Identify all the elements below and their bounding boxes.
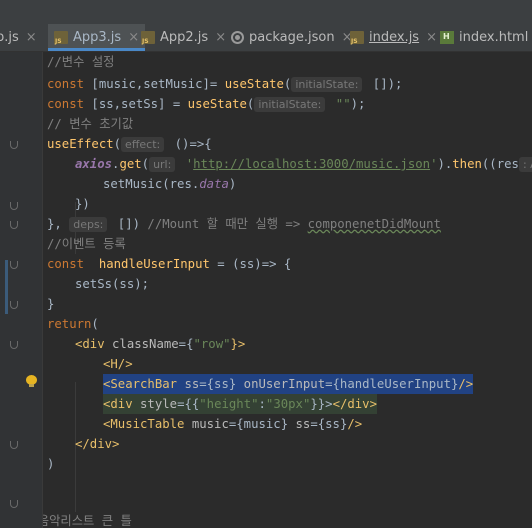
- parameter-hint: url:: [149, 157, 176, 172]
- fold-toggle-icon[interactable]: [10, 141, 18, 149]
- lightbulb-icon[interactable]: [26, 375, 37, 388]
- code-line: <H/>: [103, 357, 133, 371]
- fold-toggle-icon[interactable]: [10, 202, 18, 210]
- code-line: ): [47, 457, 55, 471]
- parameter-hint: initialState:: [254, 97, 326, 112]
- javascript-file-icon: [54, 31, 68, 45]
- code-line: }): [75, 197, 90, 211]
- code-line: </div>: [75, 437, 120, 451]
- code-line: }: [47, 297, 55, 311]
- editor-tab-bar: p.js × App3.js × App2.js × package.json …: [0, 0, 532, 52]
- parameter-hint: initialState:: [291, 77, 363, 92]
- close-icon[interactable]: ×: [215, 30, 226, 45]
- fold-toggle-icon[interactable]: [10, 261, 18, 269]
- tab-label: index.html: [459, 30, 529, 45]
- tab-index-js[interactable]: index.js ×: [350, 24, 437, 51]
- code-line: return(: [47, 317, 99, 331]
- close-icon[interactable]: ×: [26, 30, 37, 45]
- tab-package-json[interactable]: package.json ×: [231, 24, 353, 51]
- url-link: http://localhost:3000/music.json: [193, 157, 431, 171]
- code-line: <div className={"row"}>: [75, 337, 246, 351]
- code-line: setSs(ss);: [75, 277, 150, 291]
- code-line: //변수 설정: [47, 55, 115, 69]
- code-line: const handleUserInput = (ss)=> {: [47, 257, 292, 271]
- parameter-hint: effect:: [121, 137, 165, 152]
- code-line: const [music,setMusic]= useState(initial…: [47, 77, 403, 92]
- fold-toggle-icon[interactable]: [10, 221, 18, 229]
- tab-label: package.json: [249, 30, 335, 45]
- tab-app3-js[interactable]: App3.js ×: [48, 24, 146, 51]
- javascript-file-icon: [141, 31, 155, 45]
- tab-app2-js[interactable]: App2.js ×: [141, 24, 226, 51]
- code-editor[interactable]: //변수 설정 const [music,setMusic]= useState…: [43, 52, 532, 528]
- code-line: const [ss,setSs] = useState(initialState…: [47, 97, 366, 112]
- code-line-selected: <SearchBar ss={ss} onUserInput={handleUs…: [103, 374, 474, 394]
- code-line: useEffect(effect: ()=>{: [47, 137, 212, 152]
- code-line: }, deps: []) //Mount 할 때만 실행 => componen…: [47, 217, 441, 232]
- type-hint: : Axios: [518, 157, 532, 172]
- fold-toggle-icon[interactable]: [10, 341, 18, 349]
- code-line: axios.get(url: 'http://localhost:3000/mu…: [75, 154, 532, 174]
- tab-label: App3.js: [73, 30, 122, 45]
- parameter-hint: deps:: [69, 217, 108, 232]
- json-settings-file-icon: [231, 31, 244, 44]
- html-file-icon: [440, 31, 454, 44]
- fold-toggle-icon[interactable]: [10, 441, 18, 449]
- tab-label: p.js: [0, 30, 19, 45]
- close-icon[interactable]: ×: [426, 30, 437, 45]
- tab-p-js[interactable]: p.js ×: [0, 24, 37, 51]
- close-icon[interactable]: ×: [128, 30, 139, 45]
- fold-toggle-icon[interactable]: [10, 301, 18, 309]
- code-line: setMusic(res.data): [103, 177, 237, 191]
- code-line: //이벤트 등록: [47, 237, 126, 251]
- tab-index-html[interactable]: index.html ×: [440, 24, 532, 51]
- code-line: <div style={{"height":"30px"}}></div>: [103, 394, 377, 414]
- javascript-file-icon: [350, 31, 364, 45]
- code-line: //음악리스트 큰 틀: [43, 514, 132, 528]
- code-line: // 변수 초기값: [47, 117, 134, 131]
- tab-label: index.js: [369, 30, 420, 45]
- code-line: <MusicTable music={music} ss={ss}/>: [103, 417, 363, 431]
- vcs-change-marker[interactable]: [5, 260, 8, 314]
- tab-label: App2.js: [160, 30, 209, 45]
- fold-toggle-icon[interactable]: [10, 500, 18, 508]
